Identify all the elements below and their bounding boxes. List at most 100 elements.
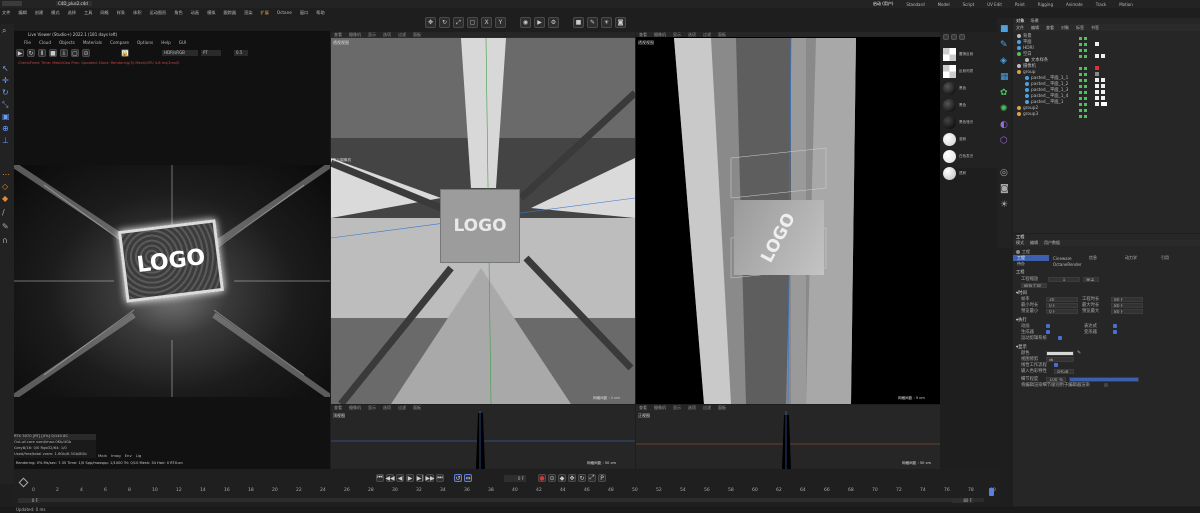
menu-item[interactable]: 样条 [117, 10, 125, 16]
layout-2[interactable]: Model [938, 2, 950, 7]
layout-9[interactable]: Motion [1119, 2, 1133, 7]
layout-7[interactable]: Animate [1066, 2, 1083, 7]
view-clip-select[interactable]: 中 [1046, 356, 1074, 362]
pen-icon[interactable]: ✎ [587, 17, 598, 28]
min-time-field[interactable]: 0 F [1046, 302, 1078, 308]
keyframe-diamond-icon[interactable] [18, 477, 29, 488]
lv-region-icon[interactable]: ▢ [71, 49, 79, 57]
array-icon[interactable]: ▦ [1000, 72, 1009, 82]
render-image[interactable]: LOGO [14, 165, 330, 397]
layout-8[interactable]: Track [1096, 2, 1106, 7]
material-tag-icon[interactable] [1095, 96, 1099, 100]
vp-menu-item[interactable]: 显示 [673, 32, 681, 37]
app-icon[interactable] [2, 1, 22, 6]
layout-0[interactable]: 启动 (用户) [873, 1, 893, 7]
edge-mode-icon[interactable]: ◇ [2, 182, 8, 191]
material-item[interactable]: 黑色哑光 [943, 114, 995, 131]
lv-menu-compare[interactable]: Compare [110, 40, 129, 45]
visible-dot-icon[interactable] [1079, 96, 1082, 100]
material-view-icon[interactable] [959, 34, 965, 40]
vp-menu-item[interactable]: 过滤 [398, 32, 406, 37]
input-color-select[interactable]: sRGB [1054, 368, 1074, 374]
render-view-icon[interactable]: ◉ [520, 17, 531, 28]
vp-menu-item[interactable]: 过滤 [703, 405, 711, 410]
menu-item[interactable]: 窗口 [300, 10, 308, 16]
attr-tab-todo[interactable]: 待办 [1013, 261, 1049, 267]
material-tag-icon[interactable] [1101, 78, 1105, 82]
material-item[interactable]: 漫射 [943, 131, 995, 148]
vp-menu-item[interactable]: 选项 [383, 32, 391, 37]
attr-tab-reference[interactable]: 引用 [1157, 255, 1193, 261]
lod-field[interactable]: 100 % [1046, 376, 1066, 382]
am-menu-item[interactable]: 编辑 [1030, 240, 1038, 246]
menu-item[interactable]: 跟踪器 [223, 10, 236, 16]
rotate-tool-icon[interactable]: ↻ [2, 88, 9, 97]
vp-menu-item[interactable]: 过滤 [398, 405, 406, 410]
vp-menu-item[interactable]: 选项 [688, 32, 696, 37]
lock-icon[interactable]: 🔒 [121, 49, 129, 57]
lv-menu-materials[interactable]: Materials [83, 40, 102, 45]
scale-tool-icon[interactable]: ⤡ [2, 100, 8, 110]
menu-item[interactable]: 编辑 [18, 10, 26, 16]
layout-5[interactable]: Paint [1015, 2, 1025, 7]
x-axis-icon[interactable]: X [481, 17, 492, 28]
y-axis-icon[interactable]: Y [495, 17, 506, 28]
render-dot-icon[interactable] [1084, 72, 1087, 76]
lv-pause-icon[interactable]: Ⅱ [38, 49, 46, 57]
deformer-icon[interactable]: ◐ [1000, 120, 1008, 130]
visible-dot-icon[interactable] [1079, 102, 1082, 106]
end-frame-field[interactable]: 80 F [952, 498, 974, 503]
material-tag-icon[interactable] [1095, 102, 1099, 106]
current-frame-field[interactable]: 0 F [504, 474, 526, 482]
lod-slider[interactable] [1069, 376, 1139, 382]
timeline-range-bar[interactable] [34, 498, 984, 502]
cube-icon[interactable]: ■ [573, 17, 584, 28]
render-dot-icon[interactable] [1084, 78, 1087, 82]
vp-menu-item[interactable]: 面板 [413, 32, 421, 37]
visible-dot-icon[interactable] [1079, 36, 1082, 40]
render-dot-icon[interactable] [1084, 36, 1087, 40]
lv-menu-gui[interactable]: GUI [179, 40, 187, 45]
goto-end-icon[interactable]: ⏭ [436, 474, 444, 482]
pos-key-icon[interactable]: ✥ [568, 474, 576, 482]
menu-item[interactable]: 工具 [84, 10, 92, 16]
prev-frame-icon[interactable]: ◀ [396, 474, 404, 482]
scene-camera-icon[interactable]: ◙ [1000, 184, 1009, 194]
param-key-icon[interactable]: P [598, 474, 606, 482]
project-time-field[interactable]: 80 F [1111, 296, 1143, 302]
om-menu-item[interactable]: 文件 [1016, 25, 1024, 31]
render-dot-icon[interactable] [1084, 96, 1087, 100]
keyframe-icon[interactable]: ◆ [558, 474, 566, 482]
cube-object-icon[interactable]: ■ [1000, 24, 1009, 34]
menu-item[interactable]: 动画 [191, 10, 199, 16]
camera-tag-icon[interactable] [1095, 66, 1099, 70]
goto-start-icon[interactable]: ⏮ [376, 474, 384, 482]
vp-menu-item[interactable]: 面板 [718, 32, 726, 37]
om-menu-item[interactable]: 编辑 [1031, 25, 1039, 31]
next-key-icon[interactable]: ▶▶ [425, 474, 435, 482]
scale-key-icon[interactable]: ⤢ [588, 474, 596, 482]
vp-menu-item[interactable]: 查看 [639, 405, 647, 410]
lv-menu-help[interactable]: Help [161, 40, 171, 45]
range-icon[interactable]: ⇔ [464, 474, 472, 482]
vp-menu-item[interactable]: 摄像机 [349, 32, 361, 37]
vp-menu-item[interactable]: 显示 [673, 405, 681, 410]
transform-icon[interactable]: ⊕ [2, 124, 9, 133]
lv-pick-icon[interactable]: ⊙ [82, 49, 90, 57]
rot-key-icon[interactable]: ↻ [578, 474, 586, 482]
visible-dot-icon[interactable] [1079, 90, 1082, 94]
brush-icon[interactable]: ✎ [2, 222, 9, 231]
menu-item[interactable]: 体积 [133, 10, 141, 16]
render-dot-icon[interactable] [1084, 84, 1087, 88]
visible-dot-icon[interactable] [1079, 78, 1082, 82]
menu-item[interactable]: 渲染 [244, 10, 252, 16]
viewport-right[interactable]: 查看 摄像机 显示 选项 过滤 面板 LOGO 透视视图 网格间距 : 5 cm [636, 32, 940, 404]
max-time-field[interactable]: 80 F [1111, 302, 1143, 308]
visible-dot-icon[interactable] [1079, 42, 1082, 46]
autokey-icon[interactable]: ⊙ [548, 474, 556, 482]
rotate-icon[interactable]: ↻ [439, 17, 450, 28]
am-menu-item[interactable]: 模式 [1016, 240, 1024, 246]
material-tag-icon[interactable] [1095, 54, 1099, 58]
preview-min-field[interactable]: 0 F [1046, 308, 1078, 314]
lv-kernel-select[interactable]: PT [201, 50, 221, 56]
